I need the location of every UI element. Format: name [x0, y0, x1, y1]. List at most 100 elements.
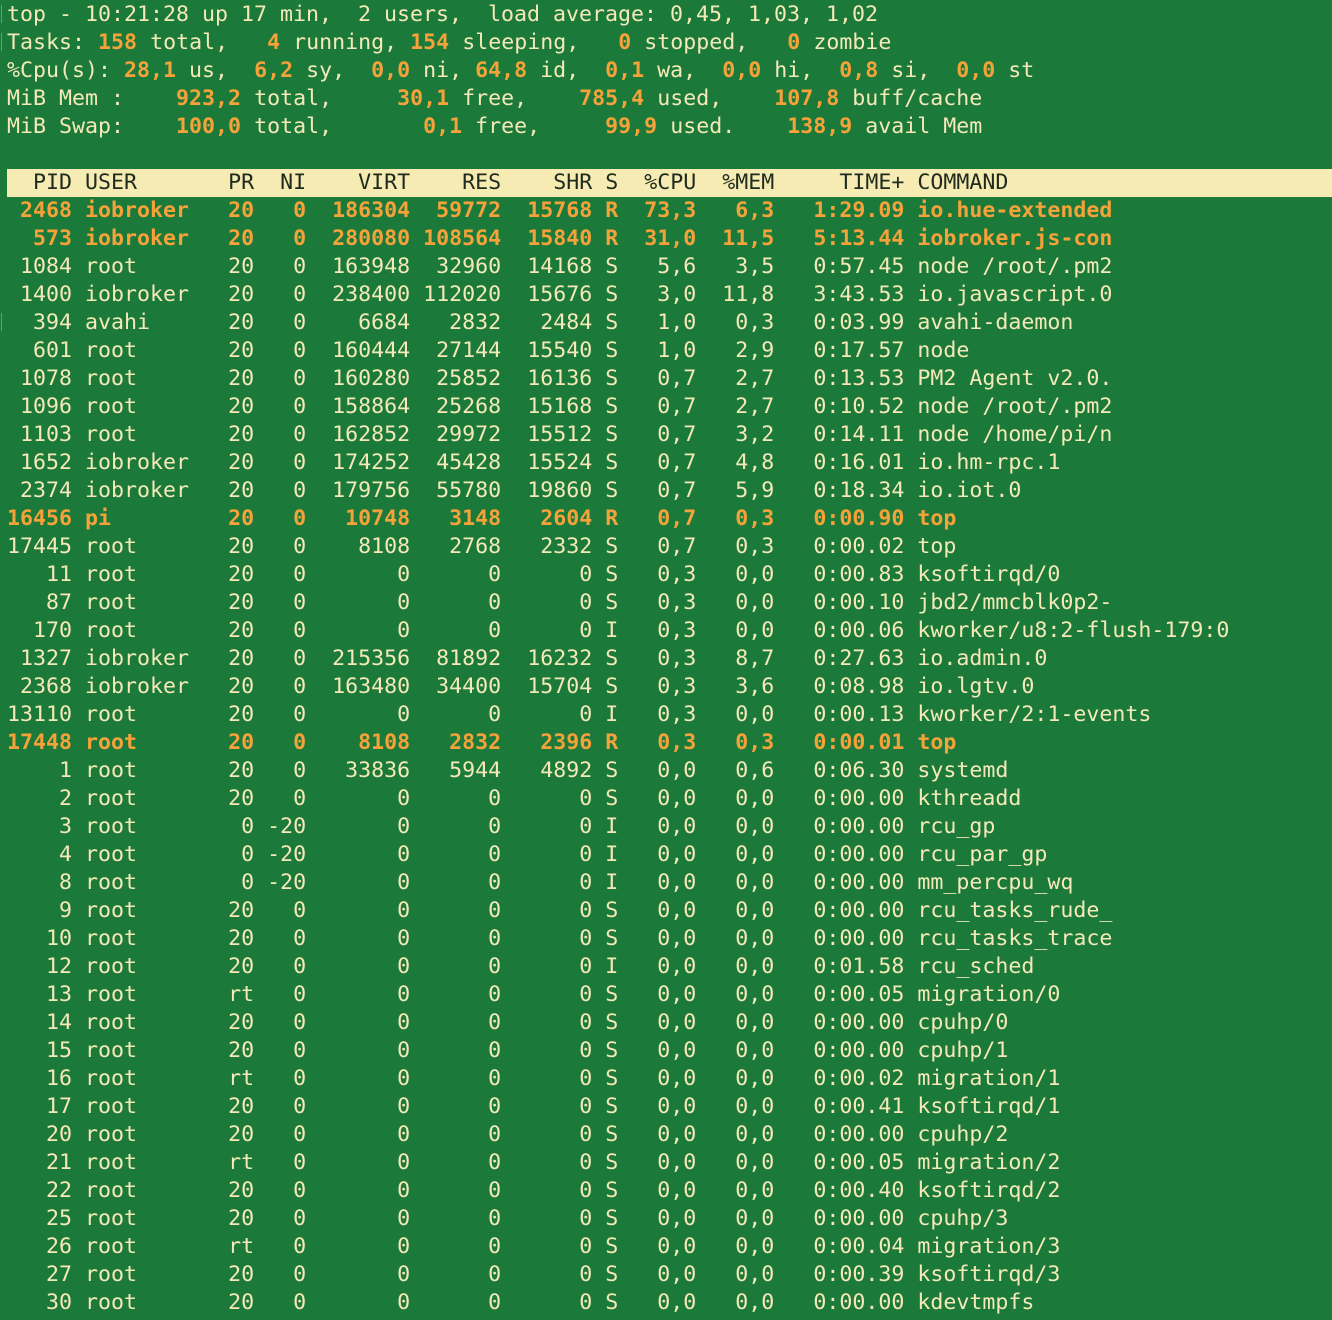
column-header-cmd[interactable]: COMMAND — [917, 170, 1008, 195]
cell-pid: 3 — [7, 814, 73, 839]
process-row[interactable]: 2468 iobroker 20 0 186304 59772 15768 R … — [7, 197, 1112, 225]
cpu-wa: 0,1 — [605, 58, 645, 83]
cell-state: S — [605, 1066, 619, 1091]
cell-command: cpuhp/2 — [917, 1122, 1009, 1147]
process-row[interactable]: 16 root rt 0 0 0 0 S 0,0 0,0 0:00.02 mig… — [7, 1065, 1060, 1093]
cell-cpu: 0,7 — [631, 366, 697, 391]
process-row[interactable]: 13110 root 20 0 0 0 0 I 0,3 0,0 0:00.13 … — [7, 701, 1151, 729]
process-row[interactable]: 21 root rt 0 0 0 0 S 0,0 0,0 0:00.05 mig… — [7, 1149, 1060, 1177]
cell-pr: 20 — [215, 674, 255, 699]
process-row[interactable]: 2374 iobroker 20 0 179756 55780 19860 S … — [7, 477, 1021, 505]
cell-shr: 0 — [514, 982, 593, 1007]
process-row[interactable]: 1 root 20 0 33836 5944 4892 S 0,0 0,6 0:… — [7, 757, 1008, 785]
mem-free-label: free, — [462, 86, 528, 111]
cell-state: S — [605, 338, 619, 363]
column-header-user[interactable]: USER — [85, 170, 202, 195]
process-row[interactable]: 1652 iobroker 20 0 174252 45428 15524 S … — [7, 449, 1060, 477]
process-row[interactable]: 394 avahi 20 0 6684 2832 2484 S 1,0 0,3 … — [7, 309, 1073, 337]
cell-pr: 20 — [215, 506, 255, 531]
process-row[interactable]: 14 root 20 0 0 0 0 S 0,0 0,0 0:00.00 cpu… — [7, 1009, 1008, 1037]
process-row[interactable]: 17445 root 20 0 8108 2768 2332 S 0,7 0,3… — [7, 533, 956, 561]
process-row[interactable]: 25 root 20 0 0 0 0 S 0,0 0,0 0:00.00 cpu… — [7, 1205, 1008, 1233]
column-header-cpu[interactable]: %CPU — [631, 170, 696, 195]
process-row[interactable]: 2 root 20 0 0 0 0 S 0,0 0,0 0:00.00 kthr… — [7, 785, 1021, 813]
process-row[interactable]: 3 root 0 -20 0 0 0 I 0,0 0,0 0:00.00 rcu… — [7, 813, 995, 841]
cell-pid: 16456 — [7, 506, 73, 531]
process-row[interactable]: 13 root rt 0 0 0 0 S 0,0 0,0 0:00.05 mig… — [7, 981, 1060, 1009]
cell-ni: 0 — [267, 478, 307, 503]
terminal-window[interactable]: top - 10:21:28 up 17 min, 2 users, load … — [0, 0, 1332, 1320]
process-row[interactable]: 17 root 20 0 0 0 0 S 0,0 0,0 0:00.41 kso… — [7, 1093, 1060, 1121]
cell-command: io.hue-extended — [917, 198, 1113, 223]
process-table-header[interactable]: PID USER PR NI VIRT RES SHR S %CPU %MEM … — [7, 169, 1332, 197]
cell-user: avahi — [85, 310, 203, 335]
cell-user: root — [85, 730, 203, 755]
cell-mem: 0,0 — [709, 590, 775, 615]
cell-time: 0:10.52 — [787, 394, 905, 419]
column-header-res[interactable]: RES — [423, 170, 501, 195]
tasks-running-label: running, — [293, 30, 398, 55]
cell-time: 0:00.00 — [787, 786, 905, 811]
cell-user: root — [85, 1178, 203, 1203]
column-header-time[interactable]: TIME+ — [787, 170, 904, 195]
column-header-pr[interactable]: PR — [215, 170, 254, 195]
cell-state: S — [605, 534, 619, 559]
process-row[interactable]: 12 root 20 0 0 0 0 I 0,0 0,0 0:01.58 rcu… — [7, 953, 1034, 981]
column-header-pid[interactable]: PID — [7, 170, 72, 195]
cell-shr: 0 — [514, 590, 593, 615]
cell-virt: 179756 — [319, 478, 411, 503]
process-row[interactable]: 26 root rt 0 0 0 0 S 0,0 0,0 0:00.04 mig… — [7, 1233, 1060, 1261]
process-row[interactable]: 1400 iobroker 20 0 238400 112020 15676 S… — [7, 281, 1112, 309]
process-row[interactable]: 30 root 20 0 0 0 0 S 0,0 0,0 0:00.00 kde… — [7, 1289, 1034, 1317]
cell-mem: 0,0 — [709, 870, 775, 895]
cell-command: avahi-daemon — [917, 310, 1074, 335]
column-header-mem[interactable]: %MEM — [709, 170, 774, 195]
cell-pr: rt — [215, 1234, 255, 1259]
tasks-line: Tasks: 158 total, 4 running, 154 sleepin… — [7, 29, 891, 57]
process-row[interactable]: 1084 root 20 0 163948 32960 14168 S 5,6 … — [7, 253, 1112, 281]
cell-mem: 0,3 — [709, 310, 775, 335]
process-row[interactable]: 22 root 20 0 0 0 0 S 0,0 0,0 0:00.40 kso… — [7, 1177, 1060, 1205]
process-row[interactable]: 4 root 0 -20 0 0 0 I 0,0 0,0 0:00.00 rcu… — [7, 841, 1047, 869]
column-header-ni[interactable]: NI — [267, 170, 306, 195]
process-row[interactable]: 2368 iobroker 20 0 163480 34400 15704 S … — [7, 673, 1034, 701]
cell-command: top — [917, 506, 957, 531]
cell-time: 5:13.44 — [787, 226, 905, 251]
cell-cpu: 0,0 — [631, 926, 697, 951]
cell-time: 0:16.01 — [787, 450, 905, 475]
process-row[interactable]: 8 root 0 -20 0 0 0 I 0,0 0,0 0:00.00 mm_… — [7, 869, 1073, 897]
process-row[interactable]: 27 root 20 0 0 0 0 S 0,0 0,0 0:00.39 kso… — [7, 1261, 1060, 1289]
column-header-shr[interactable]: SHR — [514, 170, 592, 195]
process-row[interactable]: 87 root 20 0 0 0 0 S 0,3 0,0 0:00.10 jbd… — [7, 589, 1112, 617]
process-row[interactable]: 15 root 20 0 0 0 0 S 0,0 0,0 0:00.00 cpu… — [7, 1037, 1008, 1065]
column-header-s[interactable]: S — [605, 170, 618, 195]
cell-command: node — [917, 338, 970, 363]
cell-shr: 15540 — [514, 338, 593, 363]
cell-user: root — [85, 1290, 203, 1315]
cell-virt: 0 — [319, 870, 411, 895]
process-row[interactable]: 573 iobroker 20 0 280080 108564 15840 R … — [7, 225, 1112, 253]
mem-line: MiB Mem : 923,2 total, 30,1 free, 785,4 … — [7, 85, 982, 113]
process-row[interactable]: 170 root 20 0 0 0 0 I 0,3 0,0 0:00.06 kw… — [7, 617, 1229, 645]
cell-res: 5944 — [423, 758, 502, 783]
process-row[interactable]: 20 root 20 0 0 0 0 S 0,0 0,0 0:00.00 cpu… — [7, 1121, 1008, 1149]
process-row[interactable]: 1096 root 20 0 158864 25268 15168 S 0,7 … — [7, 393, 1112, 421]
column-header-virt[interactable]: VIRT — [319, 170, 410, 195]
process-row[interactable]: 17448 root 20 0 8108 2832 2396 R 0,3 0,3… — [7, 729, 956, 757]
process-row[interactable]: 16456 pi 20 0 10748 3148 2604 R 0,7 0,3 … — [7, 505, 956, 533]
process-row[interactable]: 1078 root 20 0 160280 25852 16136 S 0,7 … — [7, 365, 1112, 393]
cell-virt: 0 — [319, 1206, 411, 1231]
cell-cpu: 0,0 — [631, 1234, 697, 1259]
cell-res: 2832 — [423, 730, 502, 755]
process-row[interactable]: 1103 root 20 0 162852 29972 15512 S 0,7 … — [7, 421, 1112, 449]
cell-command: kworker/2:1-events — [917, 702, 1152, 727]
process-row[interactable]: 10 root 20 0 0 0 0 S 0,0 0,0 0:00.00 rcu… — [7, 925, 1112, 953]
cell-pid: 1103 — [7, 422, 73, 447]
cell-pr: 20 — [215, 898, 255, 923]
process-row[interactable]: 601 root 20 0 160444 27144 15540 S 1,0 2… — [7, 337, 969, 365]
swap-line: MiB Swap: 100,0 total, 0,1 free, 99,9 us… — [7, 113, 982, 141]
process-row[interactable]: 11 root 20 0 0 0 0 S 0,3 0,0 0:00.83 kso… — [7, 561, 1060, 589]
process-row[interactable]: 9 root 20 0 0 0 0 S 0,0 0,0 0:00.00 rcu_… — [7, 897, 1112, 925]
cell-virt: 160444 — [319, 338, 411, 363]
process-row[interactable]: 1327 iobroker 20 0 215356 81892 16232 S … — [7, 645, 1047, 673]
